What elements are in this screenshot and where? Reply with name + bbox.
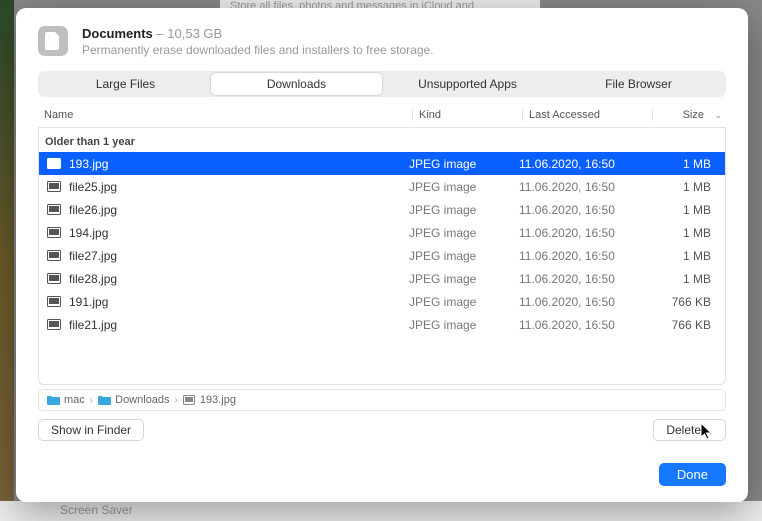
image-file-icon — [47, 181, 61, 192]
panel-title: Documents – 10,53 GB — [82, 26, 726, 41]
file-size: 1 MB — [649, 180, 725, 194]
image-file-icon — [47, 273, 61, 284]
file-size: 1 MB — [649, 203, 725, 217]
file-size: 1 MB — [649, 272, 725, 286]
table-row[interactable]: file26.jpg JPEG image11.06.2020, 16:501 M… — [39, 198, 725, 221]
segmented-control: Large FilesDownloadsUnsupported AppsFile… — [38, 71, 726, 97]
title-text: Documents — [82, 26, 153, 41]
breadcrumb: mac › Downloads › 193.jpg — [38, 389, 726, 411]
file-size: 766 KB — [649, 295, 725, 309]
file-size: 1 MB — [649, 249, 725, 263]
table-header: Name Kind Last Accessed Size ⌄ — [38, 103, 726, 128]
file-name: file27.jpg — [69, 249, 117, 263]
chevron-right-icon: › — [90, 395, 93, 406]
table-row[interactable]: 193.jpg JPEG image11.06.2020, 16:501 MB — [39, 152, 725, 175]
col-header-kind[interactable]: Kind — [412, 109, 522, 121]
done-button[interactable]: Done — [659, 463, 726, 486]
panel-header: Documents – 10,53 GB Permanently erase d… — [16, 8, 748, 71]
documents-icon — [38, 26, 68, 56]
file-name: file26.jpg — [69, 203, 117, 217]
table-row[interactable]: file28.jpg JPEG image11.06.2020, 16:501 M… — [39, 267, 725, 290]
show-in-finder-button[interactable]: Show in Finder — [38, 419, 144, 441]
file-kind: JPEG image — [409, 226, 519, 240]
file-accessed: 11.06.2020, 16:50 — [519, 226, 649, 240]
file-size: 1 MB — [649, 157, 725, 171]
table-row[interactable]: file25.jpg JPEG image11.06.2020, 16:501 M… — [39, 175, 725, 198]
file-accessed: 11.06.2020, 16:50 — [519, 249, 649, 263]
image-file-icon — [183, 395, 196, 406]
breadcrumb-item[interactable]: mac — [47, 394, 85, 406]
table-body[interactable]: Older than 1 year 193.jpgJPEG image11.06… — [38, 128, 726, 385]
image-file-icon — [47, 204, 61, 215]
file-kind: JPEG image — [409, 295, 519, 309]
chevron-right-icon: › — [175, 395, 178, 406]
breadcrumb-item[interactable]: Downloads — [98, 394, 169, 406]
file-kind: JPEG image — [409, 318, 519, 332]
file-accessed: 11.06.2020, 16:50 — [519, 272, 649, 286]
file-accessed: 11.06.2020, 16:50 — [519, 318, 649, 332]
breadcrumb-item[interactable]: 193.jpg — [183, 394, 236, 406]
folder-icon — [47, 395, 60, 406]
file-kind: JPEG image — [409, 157, 519, 171]
desktop-background-left — [0, 0, 14, 521]
table-row[interactable]: 191.jpg JPEG image11.06.2020, 16:50766 KB — [39, 290, 725, 313]
title-size: – 10,53 GB — [156, 26, 222, 41]
image-file-icon — [47, 319, 61, 330]
file-name: file28.jpg — [69, 272, 117, 286]
file-accessed: 11.06.2020, 16:50 — [519, 157, 649, 171]
chevron-down-icon: ⌄ — [714, 110, 722, 121]
file-name: file21.jpg — [69, 318, 117, 332]
folder-icon — [98, 395, 111, 406]
file-name: file25.jpg — [69, 180, 117, 194]
file-name: 191.jpg — [69, 295, 108, 309]
col-header-name[interactable]: Name — [42, 109, 412, 121]
image-file-icon — [47, 250, 61, 261]
table-row[interactable]: 194.jpg JPEG image11.06.2020, 16:501 MB — [39, 221, 725, 244]
file-table: Name Kind Last Accessed Size ⌄ Older tha… — [38, 103, 726, 385]
image-file-icon — [47, 158, 61, 169]
col-header-accessed[interactable]: Last Accessed — [522, 109, 652, 121]
tab-downloads[interactable]: Downloads — [211, 73, 382, 95]
file-name: 194.jpg — [69, 226, 108, 240]
delete-button[interactable]: Delete… — [653, 419, 726, 441]
table-row[interactable]: file21.jpg JPEG image11.06.2020, 16:50766… — [39, 313, 725, 336]
group-header: Older than 1 year — [39, 128, 725, 152]
file-kind: JPEG image — [409, 249, 519, 263]
image-file-icon — [47, 296, 61, 307]
file-accessed: 11.06.2020, 16:50 — [519, 203, 649, 217]
breadcrumb-label: mac — [64, 394, 85, 406]
tab-unsupported-apps[interactable]: Unsupported Apps — [382, 73, 553, 95]
breadcrumb-label: 193.jpg — [200, 394, 236, 406]
header-text: Documents – 10,53 GB Permanently erase d… — [82, 26, 726, 57]
file-accessed: 11.06.2020, 16:50 — [519, 180, 649, 194]
table-row[interactable]: file27.jpg JPEG image11.06.2020, 16:501 M… — [39, 244, 725, 267]
footer: Done — [16, 441, 748, 502]
file-kind: JPEG image — [409, 180, 519, 194]
bg-item-label: Screen Saver — [60, 503, 133, 517]
col-header-size[interactable]: Size ⌄ — [652, 109, 722, 121]
file-size: 766 KB — [649, 318, 725, 332]
image-file-icon — [47, 227, 61, 238]
file-kind: JPEG image — [409, 203, 519, 217]
storage-documents-panel: Documents – 10,53 GB Permanently erase d… — [16, 8, 748, 502]
breadcrumb-label: Downloads — [115, 394, 169, 406]
action-row: Show in Finder Delete… — [16, 411, 748, 441]
file-size: 1 MB — [649, 226, 725, 240]
tabs-row: Large FilesDownloadsUnsupported AppsFile… — [16, 71, 748, 103]
tab-file-browser[interactable]: File Browser — [553, 73, 724, 95]
file-accessed: 11.06.2020, 16:50 — [519, 295, 649, 309]
file-name: 193.jpg — [69, 157, 108, 171]
tab-large-files[interactable]: Large Files — [40, 73, 211, 95]
file-kind: JPEG image — [409, 272, 519, 286]
panel-subtitle: Permanently erase downloaded files and i… — [82, 43, 726, 57]
desktop-background-bottom: Screen Saver — [0, 501, 762, 521]
